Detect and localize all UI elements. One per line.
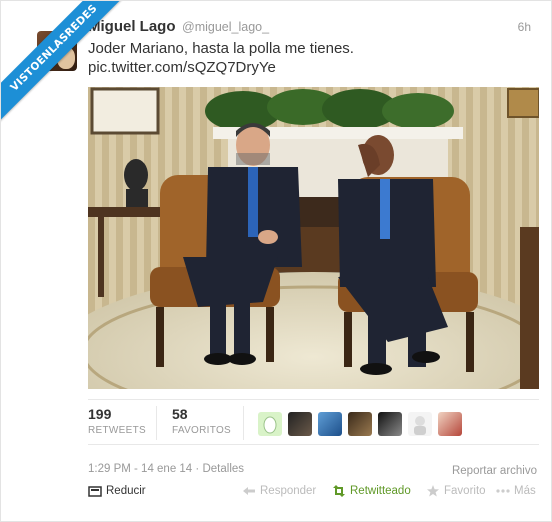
favorite-label: Favorito [444,485,486,497]
favorites-count: 58 [172,406,188,422]
user-avatar[interactable] [258,412,282,436]
more-dots-icon [496,485,510,497]
favorites-label: FAVORITOS [172,425,232,436]
favorites-stat[interactable]: 58 FAVORITOS [172,406,231,436]
expand-collapse-icon [88,485,102,497]
tweet-meta: 1:29 PM - 14 ene 14 · Detalles [88,463,244,475]
user-avatar[interactable] [348,412,372,436]
retweets-count: 199 [88,406,112,422]
collapse-label: Reducir [106,485,146,497]
star-icon [426,485,440,497]
tweet-photo[interactable] [88,87,539,389]
stats-divider [243,406,244,440]
more-label: Más [514,485,536,497]
favorite-button[interactable]: Favorito [426,485,486,497]
user-avatar[interactable] [288,412,312,436]
watermark-text: VISTOENLASREDES [1,1,131,125]
retweets-label: RETWEETS [88,425,146,436]
details-link[interactable]: Detalles [202,463,244,475]
meta-separator: · [195,463,200,475]
user-avatar[interactable] [408,412,432,436]
retweeted-label: Retwitteado [350,485,411,497]
tweet-timestamp[interactable]: 1:29 PM - 14 ene 14 [88,463,192,475]
user-avatar[interactable] [378,412,402,436]
watermark-ribbon: VISTOENLASREDES [1,1,131,131]
reply-button[interactable]: Responder [242,485,316,497]
stats-divider [156,406,157,440]
user-avatar[interactable] [318,412,342,436]
tweet-card: VISTOENLASREDES Miguel Lago @miguel_lago… [0,0,552,522]
author-handle[interactable]: @miguel_lago_ [182,20,269,34]
retweet-button[interactable]: Retwitteado [332,485,411,497]
user-avatar[interactable] [438,412,462,436]
tweet-actions: Reducir Responder Retwitteado Favorito M… [88,485,548,503]
reply-icon [242,485,256,497]
tweet-age[interactable]: 6h [518,20,531,34]
retweets-stat[interactable]: 199 RETWEETS [88,406,146,436]
more-button[interactable]: Más [496,485,536,497]
retweet-icon [332,485,346,497]
tweet-stats: 199 RETWEETS 58 FAVORITOS [88,399,539,445]
reply-label: Responder [260,485,317,497]
report-media-link[interactable]: Reportar archivo [452,465,537,477]
collapse-button[interactable]: Reducir [88,485,146,497]
